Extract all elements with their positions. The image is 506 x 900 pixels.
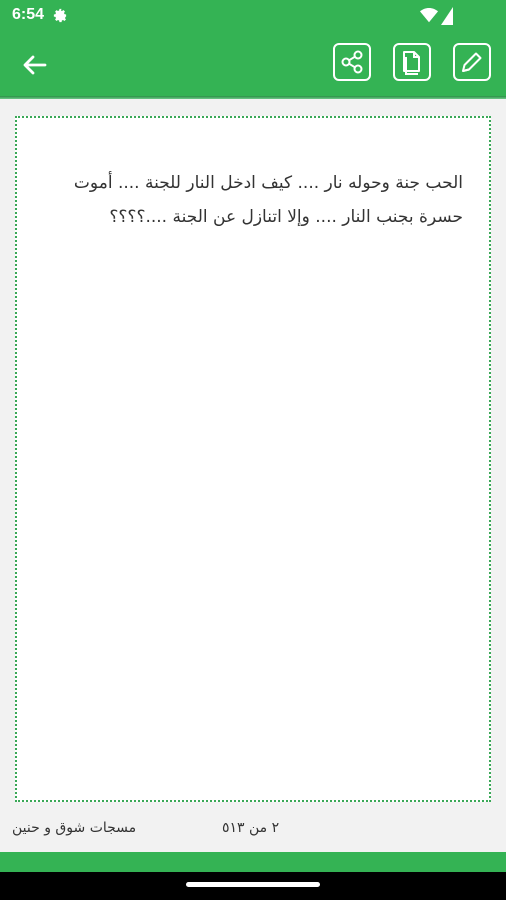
share-icon [341, 50, 363, 74]
category-label: مسجات شوق و حنين [12, 820, 137, 836]
copy-button[interactable] [393, 43, 431, 81]
status-bar: 6:54 [0, 0, 506, 32]
gear-icon [53, 8, 68, 27]
message-counter: ٢ من ٥١٣ [222, 820, 280, 836]
battery-icon [440, 6, 454, 30]
message-text[interactable]: الحب جنة وحوله نار .... كيف ادخل النار ل… [45, 166, 463, 234]
message-card: الحب جنة وحوله نار .... كيف ادخل النار ل… [15, 116, 491, 802]
edit-button[interactable] [453, 43, 491, 81]
edit-icon [462, 52, 482, 72]
copy-icon [403, 51, 420, 75]
status-time: 6:54 [12, 6, 45, 23]
toolbar-divider [0, 96, 506, 99]
home-gesture-handle[interactable] [186, 882, 320, 887]
back-arrow-icon [23, 55, 47, 75]
back-button[interactable] [20, 52, 50, 78]
wifi-icon [420, 8, 438, 27]
bottom-bar [0, 852, 506, 872]
share-button[interactable] [333, 43, 371, 81]
